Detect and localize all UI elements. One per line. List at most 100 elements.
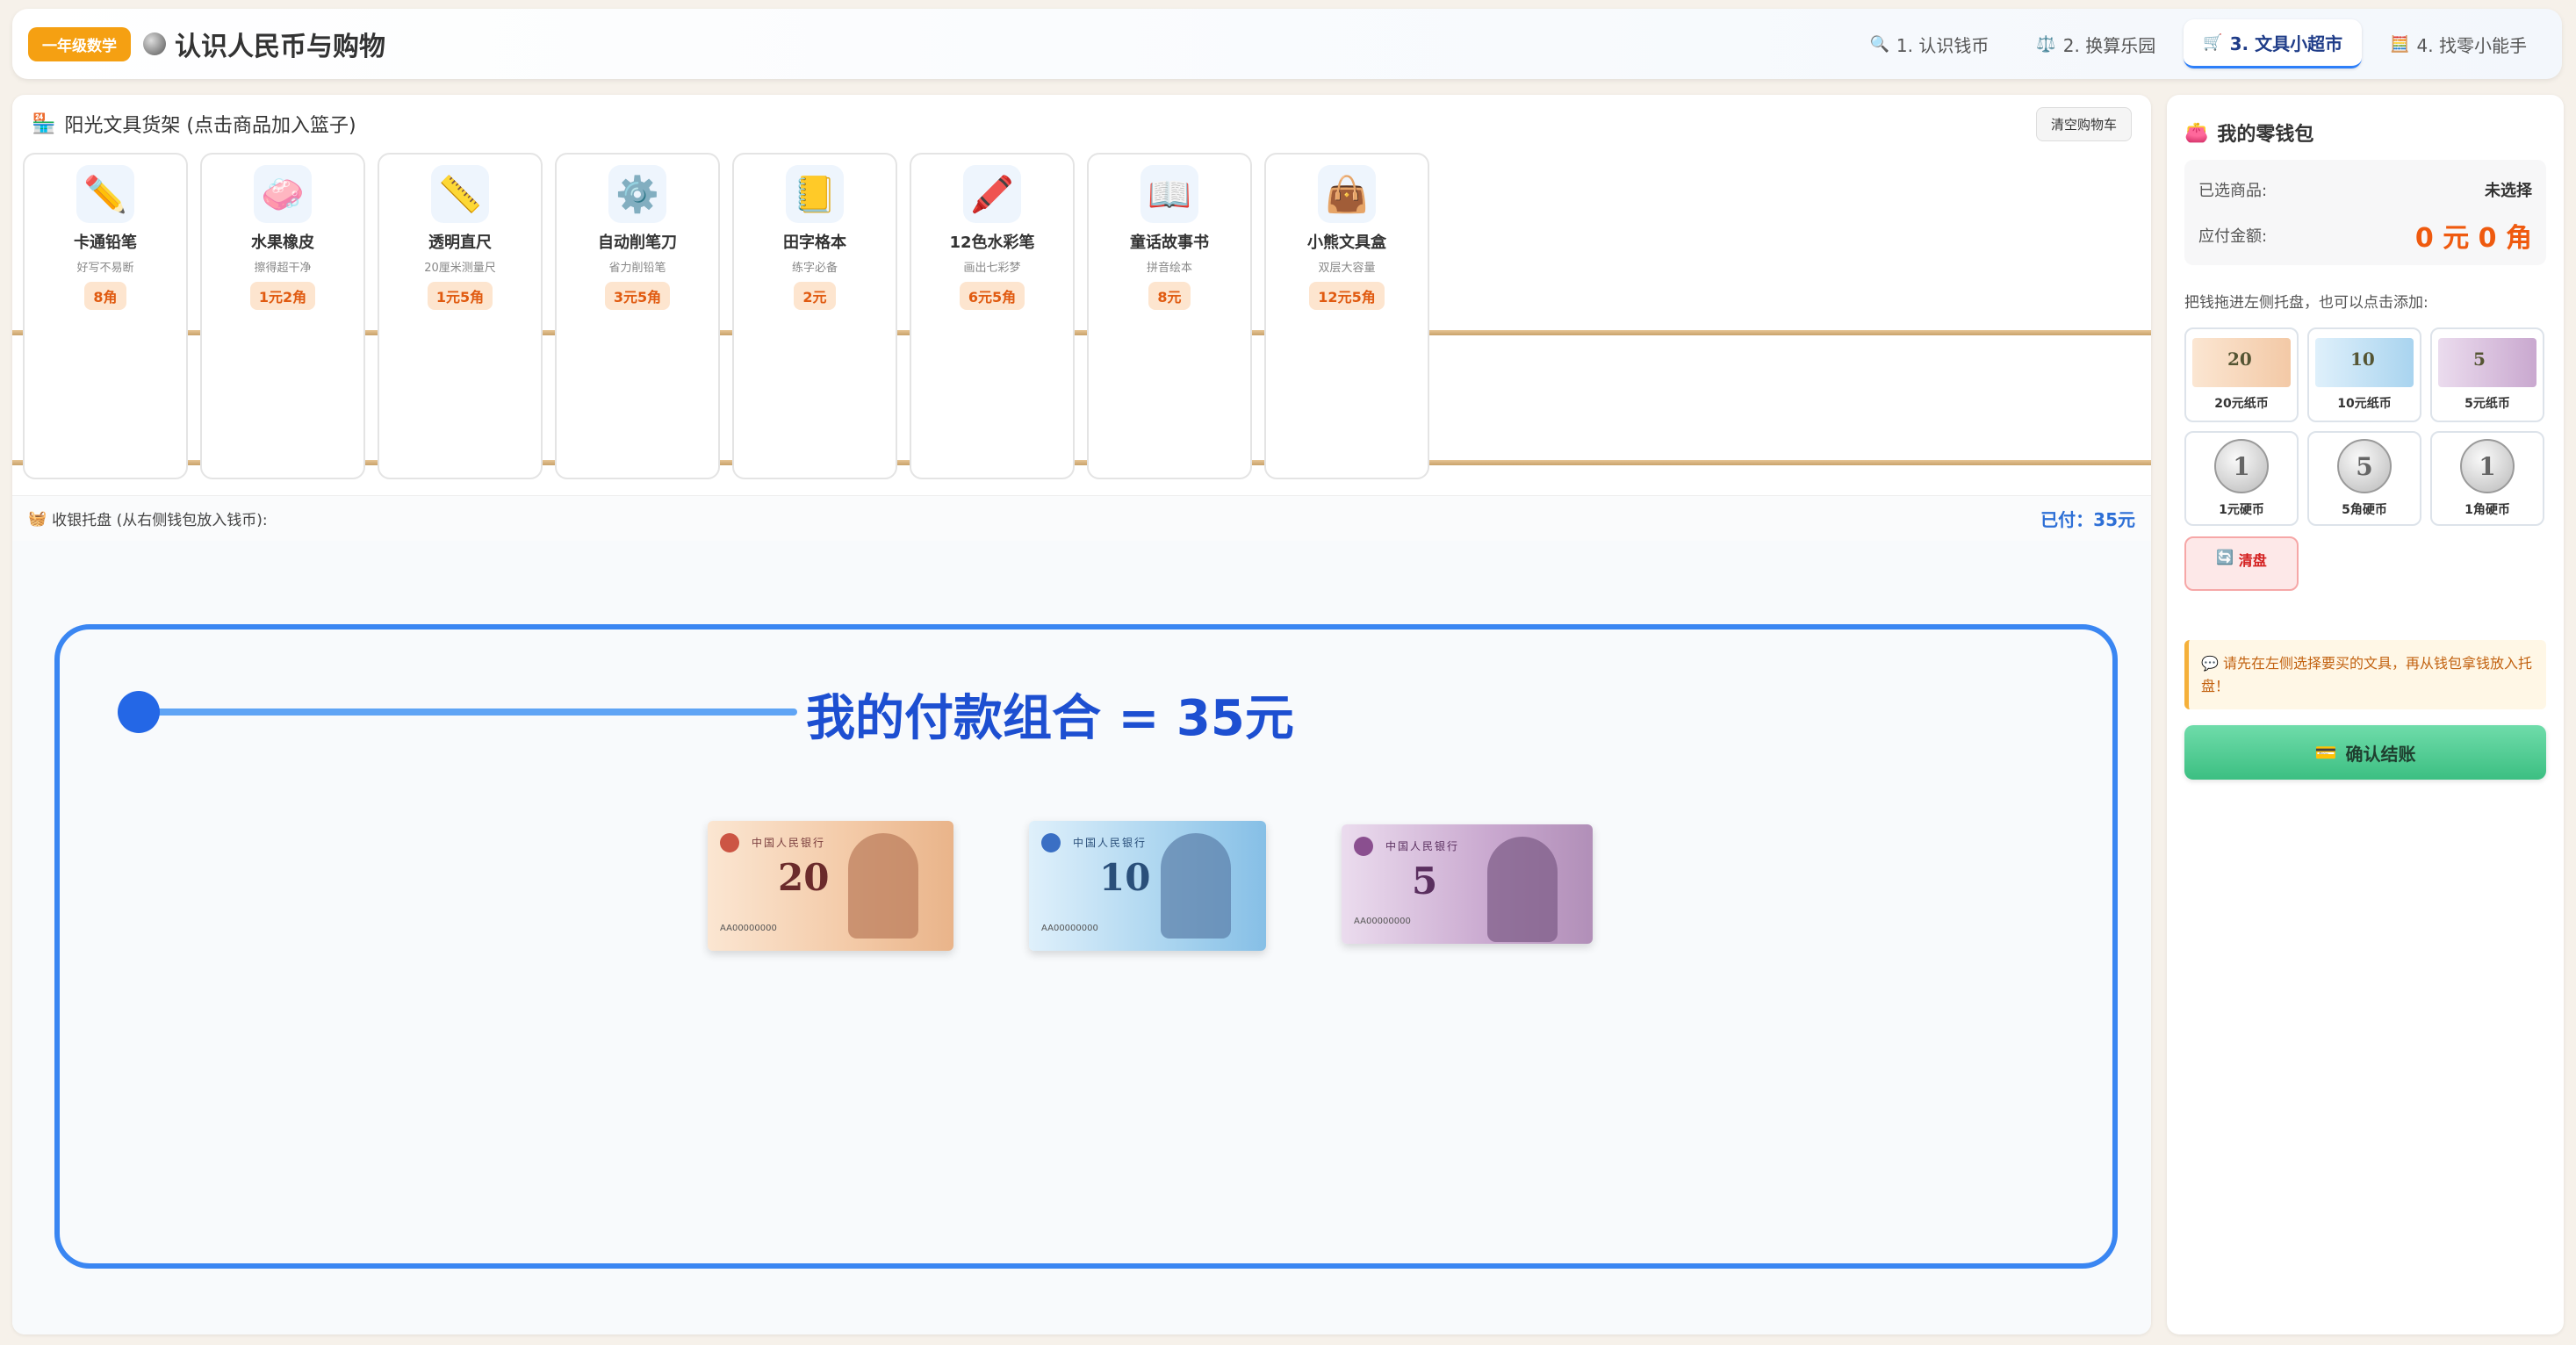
product-card[interactable]: 📒 田字格本 练字必备 2元 <box>732 153 897 479</box>
banknote-10[interactable]: 中国人民银行 10 AA00000000 <box>1029 821 1266 951</box>
money-1-jiao-coin[interactable]: 1 1角硬币 <box>2430 431 2544 526</box>
banknote-20[interactable]: 中国人民银行 20 AA00000000 <box>708 821 953 951</box>
product-price: 12元5角 <box>1309 282 1385 310</box>
banknote-icon: 5 <box>2438 338 2536 387</box>
tab-label: 2. 换算乐园 <box>2062 34 2156 56</box>
banknote-icon: 10 <box>2315 338 2414 387</box>
portrait-icon <box>848 833 918 939</box>
product-card[interactable]: 📏 透明直尺 20厘米测量尺 1元5角 <box>378 153 543 479</box>
main-panel: 🏪 阳光文具货架 (点击商品加入篮子) 清空购物车 ✏️ 卡通铅笔 好写不易断 … <box>12 95 2151 1334</box>
tray-header: 🧺 收银托盘 (从右侧钱包放入钱币): 已付：35元 <box>12 495 2151 541</box>
clear-tray-label: 清盘 <box>2238 552 2267 569</box>
coin-icon: 1 <box>2460 439 2515 493</box>
product-name: 童话故事书 <box>1130 234 1209 252</box>
note-value: 5 <box>2473 349 2486 370</box>
note-value: 20 <box>778 856 830 899</box>
basket-icon: 🧺 <box>28 509 47 528</box>
product-name: 田字格本 <box>783 234 846 252</box>
money-1-yuan-coin[interactable]: 1 1元硬币 <box>2184 431 2299 526</box>
tab-change-master[interactable]: 🧮 4. 找零小能手 <box>2371 19 2546 68</box>
selected-label: 已选商品: <box>2198 182 2268 200</box>
wallet-header: 👛 我的零钱包 <box>2184 112 2546 153</box>
product-card[interactable]: 📖 童话故事书 拼音绘本 8元 <box>1087 153 1252 479</box>
cart-icon: 🛒 <box>2203 33 2223 52</box>
due-amount: 0 元 0 角 <box>2414 223 2532 254</box>
money-grid: 20 20元纸币 10 10元纸币 5 5元纸币 1 1元硬币 5 5角硬币 1… <box>2184 327 2546 526</box>
pencil-icon: ✏️ <box>76 165 134 223</box>
pencil-case-icon: 👜 <box>1318 165 1376 223</box>
tray-title: 收银托盘 (从右侧钱包放入钱币): <box>52 512 268 529</box>
product-name: 12色水彩笔 <box>949 234 1035 252</box>
product-price: 8角 <box>84 282 126 310</box>
note-serial: AA00000000 <box>1041 924 1098 933</box>
money-label: 10元纸币 <box>2337 397 2392 411</box>
product-desc: 省力削铅笔 <box>608 262 666 275</box>
money-5-yuan-note[interactable]: 5 5元纸币 <box>2430 327 2544 422</box>
product-name: 水果橡皮 <box>251 234 314 252</box>
payment-combo-box: 我的付款组合 = 35元 中国人民银行 20 AA00000000 中国人民银行… <box>54 624 2118 1269</box>
combo-title: 我的付款组合 = 35元 <box>806 690 1294 747</box>
product-desc: 画出七彩梦 <box>963 262 1021 275</box>
clear-tray-button[interactable]: 🔄 清盘 <box>2184 536 2299 591</box>
product-price: 2元 <box>794 282 836 310</box>
product-price: 1元5角 <box>427 282 493 310</box>
banknote-5[interactable]: 中国人民银行 5 AA00000000 <box>1342 824 1593 944</box>
product-card[interactable]: 🧼 水果橡皮 擦得超干净 1元2角 <box>200 153 365 479</box>
money-10-yuan-note[interactable]: 10 10元纸币 <box>2307 327 2421 422</box>
coin-icon: 1 <box>2214 439 2269 493</box>
note-header: 中国人民银行 <box>752 837 826 849</box>
product-name: 自动削笔刀 <box>598 234 677 252</box>
tip-text: 请先在左侧选择要买的文具，再从钱包拿钱放入托盘！ <box>2201 655 2533 694</box>
note-header: 中国人民银行 <box>1385 840 1460 852</box>
wallet-title: 我的零钱包 <box>2217 124 2314 146</box>
note-value: 10 <box>1099 856 1151 899</box>
money-5-jiao-coin[interactable]: 5 5角硬币 <box>2307 431 2421 526</box>
grade-badge: 一年级数学 <box>28 26 131 61</box>
purchase-summary: 已选商品: 未选择 应付金额: 0 元 0 角 <box>2184 160 2546 265</box>
wallet-panel: 👛 我的零钱包 已选商品: 未选择 应付金额: 0 元 0 角 把钱拖进左侧托盘… <box>2167 95 2564 1334</box>
product-price: 6元5角 <box>959 282 1025 310</box>
note-header: 中国人民银行 <box>1073 837 1148 849</box>
product-name: 透明直尺 <box>428 234 492 252</box>
paid-amount: 已付：35元 <box>2040 509 2135 530</box>
tip-message: 💬 请先在左侧选择要买的文具，再从钱包拿钱放入托盘！ <box>2184 640 2546 710</box>
tab-conversion[interactable]: ⚖️ 2. 换算乐园 <box>2017 19 2175 68</box>
app-title: 认识人民币与购物 <box>143 25 385 63</box>
card-icon: 💳 <box>2314 742 2337 764</box>
money-20-yuan-note[interactable]: 20 20元纸币 <box>2184 327 2299 422</box>
note-value: 20 <box>2227 349 2252 370</box>
slider-knob[interactable] <box>118 691 160 733</box>
cash-tray[interactable]: 我的付款组合 = 35元 中国人民银行 20 AA00000000 中国人民银行… <box>12 541 2151 1334</box>
tab-recognize-money[interactable]: 🔍 1. 认识钱币 <box>1850 19 2008 68</box>
product-card[interactable]: ⚙️ 自动削笔刀 省力削铅笔 3元5角 <box>555 153 720 479</box>
note-value: 10 <box>2350 349 2375 370</box>
confirm-label: 确认结账 <box>2345 743 2416 765</box>
due-label: 应付金额: <box>2198 227 2268 246</box>
emblem-icon <box>1041 833 1061 852</box>
app-title-text: 认识人民币与购物 <box>175 32 385 62</box>
product-list: ✏️ 卡通铅笔 好写不易断 8角 🧼 水果橡皮 擦得超干净 1元2角 📏 透明直… <box>23 153 1429 479</box>
speech-bubble-icon: 💬 <box>2201 655 2224 672</box>
selected-row: 已选商品: 未选择 <box>2198 167 2532 212</box>
shelf: ✏️ 卡通铅笔 好写不易断 8角 🧼 水果橡皮 擦得超干净 1元2角 📏 透明直… <box>12 153 2151 495</box>
product-card[interactable]: 🖍️ 12色水彩笔 画出七彩梦 6元5角 <box>910 153 1075 479</box>
confirm-checkout-button[interactable]: 💳 确认结账 <box>2184 725 2546 780</box>
product-card[interactable]: ✏️ 卡通铅笔 好写不易断 8角 <box>23 153 188 479</box>
emblem-icon <box>1354 837 1373 856</box>
tab-label: 3. 文具小超市 <box>2229 33 2343 54</box>
note-value: 5 <box>1412 860 1438 903</box>
shelf-header: 🏪 阳光文具货架 (点击商品加入篮子) 清空购物车 <box>12 95 2151 153</box>
clear-cart-button[interactable]: 清空购物车 <box>2035 106 2132 141</box>
scale-icon: ⚖️ <box>2036 34 2056 54</box>
magnifier-icon: 🔍 <box>1869 34 1889 54</box>
note-serial: AA00000000 <box>1354 917 1411 926</box>
product-desc: 擦得超干净 <box>254 262 312 275</box>
product-price: 3元5角 <box>604 282 671 310</box>
product-card[interactable]: 👜 小熊文具盒 双层大容量 12元5角 <box>1264 153 1429 479</box>
money-label: 5角硬币 <box>2342 503 2387 517</box>
abacus-icon: 🧮 <box>2390 34 2410 54</box>
portrait-icon <box>1487 837 1558 942</box>
tab-stationery-shop[interactable]: 🛒 3. 文具小超市 <box>2184 19 2363 68</box>
product-desc: 练字必备 <box>791 262 838 275</box>
product-name: 卡通铅笔 <box>74 234 137 252</box>
